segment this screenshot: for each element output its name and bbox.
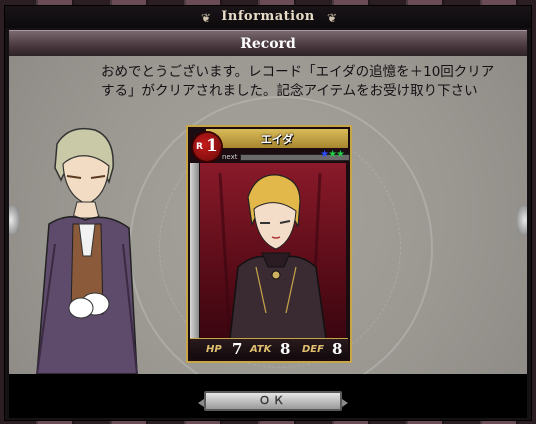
reward-card: エイダ R 1 next ★★★ HP 7 ATK 8 DEF 8 — [186, 125, 352, 363]
record-header: Record — [9, 30, 527, 57]
atk-label: ATK — [250, 344, 272, 355]
side-ornament — [517, 206, 527, 234]
card-character-art — [218, 172, 327, 339]
rarity-badge: R 1 — [193, 133, 221, 161]
star-rating-icon: ★★★ — [320, 149, 345, 160]
star-icon: ★ — [336, 149, 345, 160]
card-level: 1 — [206, 136, 218, 156]
card-namebar: エイダ — [206, 129, 348, 148]
record-message: おめでとうございます。レコード「エイダの追憶を＋10回クリアする」がクリアされま… — [101, 64, 495, 99]
scroll-ornament-icon: ❦ — [327, 11, 338, 25]
record-title: Record — [240, 36, 296, 52]
hp-label: HP — [206, 344, 222, 355]
hp-value: 7 — [232, 340, 243, 358]
card-portrait — [200, 163, 346, 339]
card-stats: HP 7 ATK 8 DEF 8 — [190, 338, 348, 359]
information-dialog: ❦ Information ❦ Record おめでとうございます。レコード「エ… — [4, 5, 532, 421]
card-name: エイダ — [260, 133, 294, 146]
atk-value: 8 — [280, 340, 291, 358]
dialog-title: Information — [221, 9, 315, 24]
star-icon: ★ — [320, 149, 329, 160]
character-illustration — [36, 127, 138, 374]
rarity-letter: R — [196, 142, 203, 152]
def-value: 8 — [332, 340, 343, 358]
card-side-gauge — [190, 163, 199, 339]
side-ornament — [9, 206, 19, 234]
def-label: DEF — [302, 344, 324, 355]
ok-button[interactable]: ＯＫ — [198, 391, 348, 411]
dialog-titlebar: ❦ Information ❦ — [5, 6, 531, 28]
star-icon: ★ — [328, 149, 337, 160]
next-label: next — [222, 153, 238, 161]
dialog-footer: ＯＫ — [9, 374, 527, 418]
